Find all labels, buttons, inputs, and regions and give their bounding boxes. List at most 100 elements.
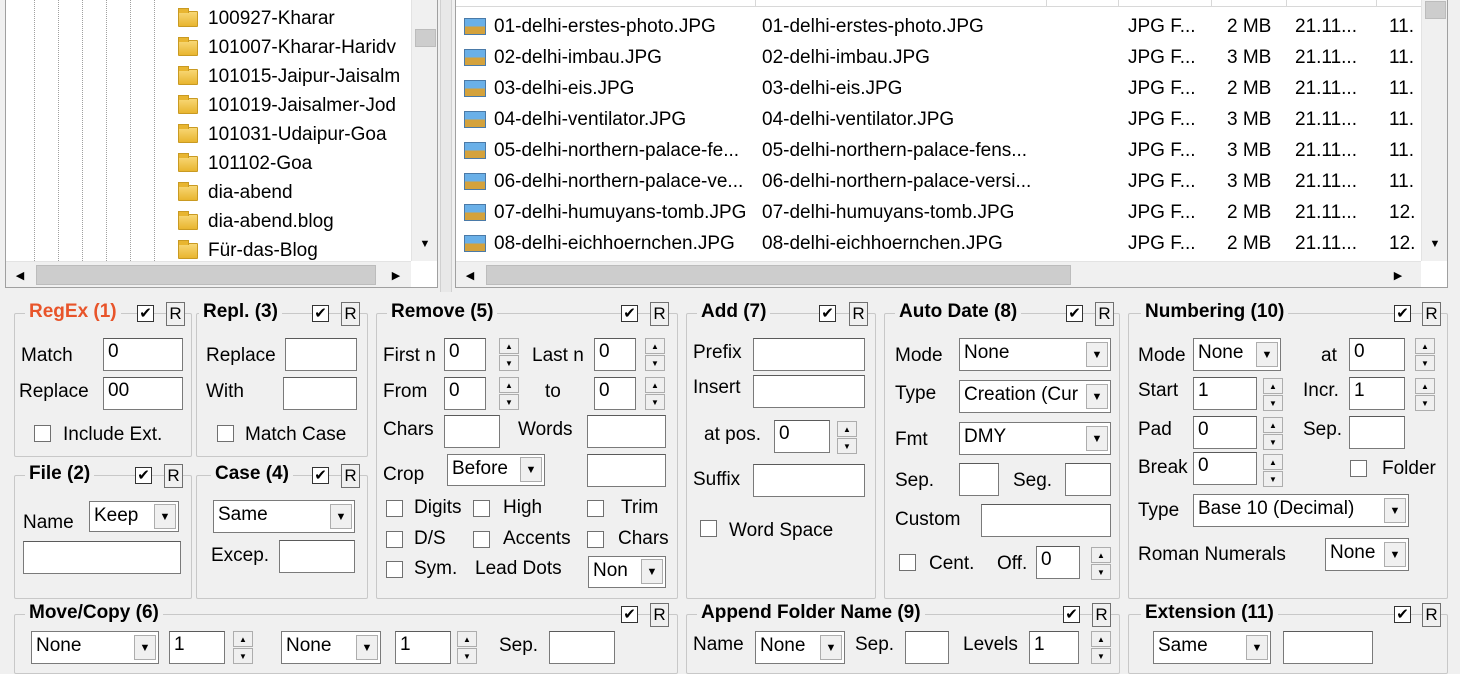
files-horizontal-scrollbar[interactable]: ◀ ▶ [456,261,1421,287]
numbering-sep-input[interactable] [1349,416,1405,449]
prefix-input[interactable] [753,338,865,371]
accents-checkbox[interactable] [473,531,490,548]
movecopy-spinner-2[interactable]: ▲ ▼ [457,631,477,664]
scroll-left-icon[interactable]: ◀ [458,264,482,286]
case-enable-checkbox[interactable]: ✔ [312,467,329,484]
list-item[interactable]: 07-delhi-humuyans-tomb.JPG 07-delhi-humuy… [456,197,1421,228]
insert-input[interactable] [753,375,865,408]
trim-checkbox[interactable] [587,500,604,517]
at-spinner[interactable]: ▲ ▼ [1415,338,1435,371]
autodate-mode-select[interactable]: None ▼ [959,338,1111,371]
high-checkbox[interactable] [473,500,490,517]
tree-item[interactable]: 101019-Jaisalmer-Jod [178,91,396,120]
numbering-start-input[interactable]: 1 [1193,377,1257,410]
include-ext-checkbox[interactable] [34,425,51,442]
crop-select[interactable]: Before ▼ [447,454,545,486]
regex-reset-button[interactable]: R [166,302,185,326]
autodate-seg-input[interactable] [1065,463,1111,496]
tree-horizontal-scrollbar[interactable]: ◀ ▶ [6,261,411,287]
file-name-input[interactable] [23,541,181,574]
regex-enable-checkbox[interactable]: ✔ [137,305,154,322]
from-spinner[interactable]: ▲ ▼ [499,377,519,410]
file-enable-checkbox[interactable]: ✔ [135,467,152,484]
autodate-enable-checkbox[interactable]: ✔ [1066,305,1083,322]
tree-item[interactable]: 100927-Kharar [178,4,335,33]
list-item[interactable]: 03-delhi-eis.JPG 03-delhi-eis.JPG JPG F...… [456,73,1421,104]
at-pos-input[interactable]: 0 [774,420,830,453]
scroll-down-icon[interactable]: ▼ [414,231,436,257]
with-input[interactable] [283,377,357,410]
from-input[interactable]: 0 [444,377,486,410]
crop-input[interactable] [587,454,666,487]
movecopy-select-1[interactable]: None ▼ [31,631,159,664]
list-item[interactable]: 04-delhi-ventilator.JPG 04-delhi-ventilat… [456,104,1421,135]
extension-input[interactable] [1283,631,1373,664]
replace-enable-checkbox[interactable]: ✔ [312,305,329,322]
tree-item[interactable]: dia-abend.blog [178,207,334,236]
tree-item[interactable]: 101102-Goa [178,149,312,178]
autodate-custom-input[interactable] [981,504,1111,537]
replace-input[interactable] [285,338,357,371]
numbering-mode-select[interactable]: None ▼ [1193,338,1281,371]
remove-reset-button[interactable]: R [650,302,669,326]
add-reset-button[interactable]: R [849,302,868,326]
regex-match-input[interactable]: 0 [103,338,183,371]
autodate-reset-button[interactable]: R [1095,302,1114,326]
list-item[interactable]: 01-delhi-erstes-photo.JPG 01-delhi-erstes… [456,11,1421,42]
tree-item[interactable]: 101015-Jaipur-Jaisalm [178,62,400,91]
append-levels-input[interactable]: 1 [1029,631,1079,664]
list-item[interactable]: 05-delhi-northern-palace-fe... 05-delhi-n… [456,135,1421,166]
ds-checkbox[interactable] [386,531,403,548]
word-space-checkbox[interactable] [700,520,717,537]
scroll-right-icon[interactable]: ▶ [384,264,408,286]
numbering-reset-button[interactable]: R [1422,302,1441,326]
tree-item[interactable]: 101031-Udaipur-Goa [178,120,387,149]
break-spinner[interactable]: ▲ ▼ [1263,454,1283,487]
regex-replace-input[interactable]: 00 [103,377,183,410]
list-item[interactable]: 02-delhi-imbau.JPG 02-delhi-imbau.JPG JPG … [456,42,1421,73]
files-vertical-scrollbar[interactable]: ▼ [1421,0,1447,261]
first-n-input[interactable]: 0 [444,338,486,371]
match-case-checkbox[interactable] [217,425,234,442]
file-reset-button[interactable]: R [164,464,183,488]
digits-checkbox[interactable] [386,500,403,517]
extension-enable-checkbox[interactable]: ✔ [1394,606,1411,623]
levels-spinner[interactable]: ▲ ▼ [1091,631,1111,664]
scroll-left-icon[interactable]: ◀ [8,264,32,286]
append-sep-input[interactable] [905,631,949,664]
chars-checkbox[interactable] [587,531,604,548]
numbering-pad-input[interactable]: 0 [1193,416,1257,449]
numbering-at-input[interactable]: 0 [1349,338,1405,371]
to-spinner[interactable]: ▲ ▼ [645,377,665,410]
scroll-right-icon[interactable]: ▶ [1386,264,1410,286]
start-spinner[interactable]: ▲ ▼ [1263,378,1283,411]
folder-tree[interactable]: 100927-Kharar 101007-Kharar-Haridv 10101… [5,0,438,288]
file-list[interactable]: 01-delhi-erstes-photo.JPG 01-delhi-erstes… [455,0,1448,288]
numbering-type-select[interactable]: Base 10 (Decimal) ▼ [1193,494,1409,527]
numbering-incr-input[interactable]: 1 [1349,377,1405,410]
folder-checkbox[interactable] [1350,460,1367,477]
append-name-select[interactable]: None ▼ [755,631,845,664]
movecopy-enable-checkbox[interactable]: ✔ [621,606,638,623]
movecopy-reset-button[interactable]: R [650,603,669,627]
scrollbar-thumb[interactable] [36,265,376,285]
list-header[interactable] [456,0,1421,7]
to-input[interactable]: 0 [594,377,636,410]
append-reset-button[interactable]: R [1092,603,1111,627]
numbering-enable-checkbox[interactable]: ✔ [1394,305,1411,322]
last-n-spinner[interactable]: ▲ ▼ [645,338,665,371]
chars-input[interactable] [444,415,500,448]
off-spinner[interactable]: ▲ ▼ [1091,547,1111,580]
sym-checkbox[interactable] [386,561,403,578]
list-item[interactable]: 08-delhi-eichhoernchen.JPG 08-delhi-eichh… [456,228,1421,259]
extension-reset-button[interactable]: R [1422,603,1441,627]
movecopy-sep-input[interactable] [549,631,615,664]
movecopy-select-2[interactable]: None ▼ [281,631,381,664]
replace-reset-button[interactable]: R [341,302,360,326]
file-name-select[interactable]: Keep ▼ [89,501,179,532]
extension-select[interactable]: Same ▼ [1153,631,1271,664]
at-pos-spinner[interactable]: ▲ ▼ [837,421,857,454]
autodate-type-select[interactable]: Creation (Cur ▼ [959,380,1111,413]
cent-checkbox[interactable] [899,554,916,571]
roman-select[interactable]: None ▼ [1325,538,1409,571]
